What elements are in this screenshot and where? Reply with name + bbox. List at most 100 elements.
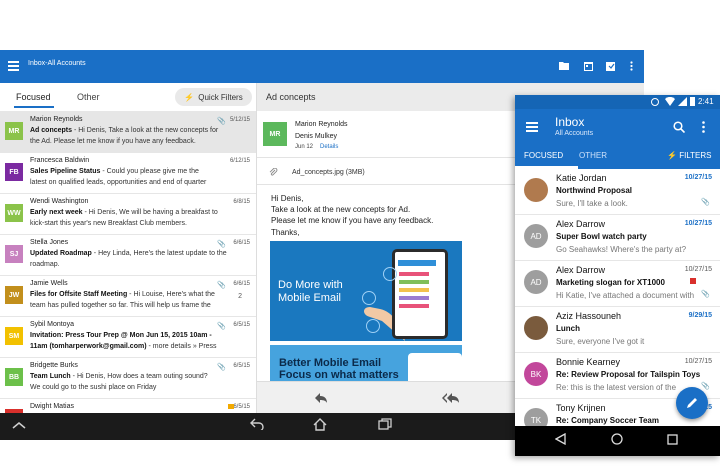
message-row[interactable]: WW Wendi Washington Early next week - Hi D…: [0, 193, 256, 234]
message-date: 6/8/15: [233, 199, 250, 205]
message-preview: - Could you please give me the: [100, 168, 199, 175]
hamburger-menu-icon[interactable]: [8, 61, 19, 71]
no-disturb-icon: [651, 98, 659, 106]
message-date: 6/5/15: [233, 322, 250, 328]
details-link[interactable]: Details: [320, 144, 338, 150]
message-subject: Early next week: [30, 209, 83, 216]
attachment-icon: 📎: [217, 241, 226, 248]
phone-window: 2:41 Inbox All Accounts FOCUSED OTHER ⚡ …: [515, 95, 720, 456]
home-nav-icon[interactable]: [611, 433, 623, 448]
message-preview: Go Seahawks! Where's the party at?: [556, 245, 687, 254]
folder-icon[interactable]: [559, 61, 569, 71]
message-row[interactable]: DMDwight Matias6/5/15: [0, 398, 256, 413]
message-date: 10/27/15: [684, 174, 712, 181]
message-subject-line: Invitation: Press Tour Prep @ Mon Jun 15…: [30, 332, 212, 339]
flag-icon[interactable]: [228, 404, 234, 409]
attachment-icon: 📎: [217, 364, 226, 371]
wifi-icon: [665, 96, 675, 108]
more-options-icon[interactable]: [626, 61, 636, 71]
filters-label: FILTERS: [679, 151, 712, 160]
message-subject: Marketing slogan for XT1000: [556, 278, 665, 287]
tab-focused[interactable]: FOCUSED: [524, 151, 563, 160]
body-greeting: Hi Denis,: [271, 194, 304, 203]
flag-icon[interactable]: [690, 278, 696, 284]
message-preview-line: team has pulled together so far. This wi…: [30, 302, 211, 309]
clock-time: 2:41: [698, 97, 714, 106]
message-row[interactable]: FB Francesca Baldwin Sales Pipeline Status…: [0, 152, 256, 193]
filters-button[interactable]: ⚡ FILTERS: [667, 151, 712, 160]
message-row[interactable]: SJ Stella Jones Updated Roadmap - Hey Lind…: [0, 234, 256, 275]
message-row[interactable]: Aziz Hassouneh Lunch Sure, everyone I've g…: [515, 307, 720, 353]
quick-filters-button[interactable]: ⚡ Quick Filters: [175, 88, 252, 106]
message-subject: Lunch: [556, 324, 580, 333]
app-header: Inbox-All Accounts: [0, 50, 644, 83]
tab-other[interactable]: OTHER: [579, 151, 607, 160]
lightning-icon: ⚡: [667, 151, 677, 160]
message-date: 6/6/15: [233, 240, 250, 246]
sender-name: Stella Jones: [30, 239, 69, 246]
sender-avatar: MR: [5, 122, 23, 140]
hamburger-menu-icon[interactable]: [526, 122, 538, 132]
thread-count: 2: [238, 293, 242, 300]
phone-header: Inbox All Accounts FOCUSED OTHER ⚡ FILTE…: [515, 109, 720, 169]
home-nav-icon[interactable]: [313, 418, 327, 434]
sender-avatar: FB: [5, 163, 23, 181]
message-row[interactable]: JW Jamie Wells Files for Offsite Staff Mee…: [0, 275, 256, 316]
sender-name: Jamie Wells: [30, 280, 68, 287]
message-date: 6/12/15: [229, 158, 250, 164]
tab-other[interactable]: Other: [77, 92, 100, 102]
phone-nav-bar: [515, 426, 720, 456]
message-row[interactable]: AD Alex Darrow Marketing slogan for XT1000…: [515, 261, 720, 307]
message-date: 6/6/15: [233, 281, 250, 287]
collapse-icon[interactable]: [12, 418, 26, 433]
sender-avatar: JW: [5, 286, 23, 304]
message-preview: - Hi Denis, Take a look at the new conce…: [72, 127, 219, 134]
message-date: 10/27/15: [684, 220, 712, 227]
attachment-icon: 📎: [217, 282, 226, 289]
attachment-file[interactable]: Ad_concepts.jpg (3MB): [292, 169, 365, 176]
search-icon[interactable]: [673, 120, 686, 138]
message-list-pane: Focused Other ⚡ Quick Filters MR Marion R…: [0, 83, 257, 413]
sender-name: Dwight Matias: [30, 403, 74, 410]
message-subject: Sales Pipeline Status: [30, 168, 101, 175]
lightning-icon: ⚡: [184, 92, 195, 102]
ad-image-mobile-email[interactable]: Do More with Mobile Email: [270, 241, 462, 341]
message-row[interactable]: SM Sybil Montoya Invitation: Press Tour Pr…: [0, 316, 256, 357]
quick-filters-label: Quick Filters: [198, 92, 243, 102]
battery-icon: [690, 97, 695, 106]
sender-name: Alex Darrow: [556, 219, 606, 229]
sender-name[interactable]: Marion Reynolds: [295, 121, 348, 128]
recipient-name[interactable]: Denis Mulkey: [295, 133, 337, 140]
recents-nav-icon[interactable]: [378, 418, 392, 433]
message-row[interactable]: AD Alex Darrow Super Bowl watch party Go Se…: [515, 215, 720, 261]
calendar-icon[interactable]: [583, 61, 593, 71]
message-subject: Ad concepts: [30, 127, 73, 134]
inbox-tabs: Focused Other ⚡ Quick Filters: [0, 83, 256, 111]
message-subject-line: Ad concepts - Hi Denis, Take a look at t…: [30, 127, 218, 134]
back-nav-icon[interactable]: [554, 432, 566, 448]
attachment-icon: 📎: [701, 383, 710, 390]
attachment-icon: 📎: [701, 291, 710, 298]
compose-icon[interactable]: [606, 61, 616, 71]
compose-fab-button[interactable]: [676, 387, 708, 419]
sender-avatar: SJ: [5, 245, 23, 263]
sender-avatar: SM: [5, 327, 23, 345]
reply-all-icon[interactable]: [442, 391, 460, 409]
more-options-icon[interactable]: [702, 120, 705, 138]
account-label[interactable]: All Accounts: [555, 130, 593, 137]
message-subject: Updated Roadmap: [30, 250, 92, 257]
message-row[interactable]: BB Bridgette Burks Team Lunch - Hi Denis, …: [0, 357, 256, 398]
signal-icon: [678, 97, 687, 108]
sender-avatar: BK: [524, 362, 548, 386]
attachment-icon: [269, 167, 278, 179]
app-title: Inbox-All Accounts: [28, 60, 86, 67]
message-row[interactable]: Katie Jordan Northwind Proposal Sure, I'll…: [515, 169, 720, 215]
tab-focused[interactable]: Focused: [16, 92, 51, 102]
message-subject-line: Files for Offsite Staff Meeting - Hi Lou…: [30, 291, 215, 298]
message-subject-line: Team Lunch - Hi Denis, How does a team o…: [30, 373, 208, 380]
recents-nav-icon[interactable]: [667, 433, 678, 448]
reply-icon[interactable]: [314, 391, 328, 409]
message-preview-line: We could go to the sushi place on Friday: [30, 384, 157, 391]
back-nav-icon[interactable]: [250, 418, 264, 433]
message-row[interactable]: MR Marion Reynolds Ad concepts - Hi Denis,…: [0, 111, 256, 152]
